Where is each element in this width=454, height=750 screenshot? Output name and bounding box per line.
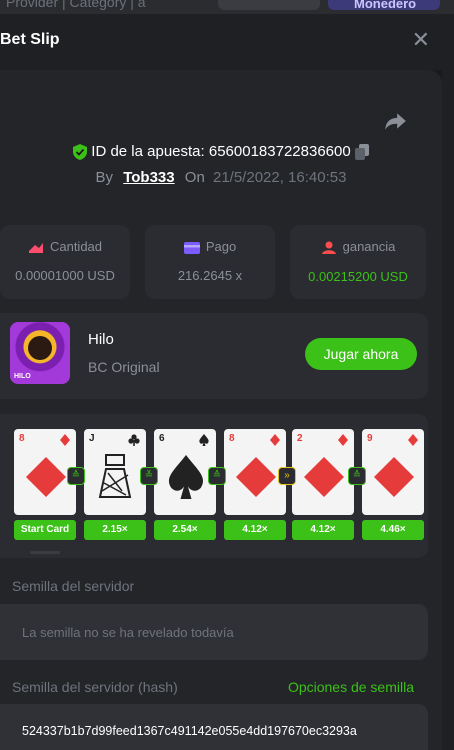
stat-amount: Cantidad 0.00001000 USD: [0, 225, 130, 299]
multiplier-badge: 2.15×: [84, 520, 146, 540]
card-rank: 2: [297, 433, 303, 444]
spade-icon: [199, 434, 209, 446]
bet-date: 21/5/2022, 16:40:53: [212, 169, 347, 186]
spade-icon: [168, 455, 204, 499]
multiplier-badge: Start Card: [14, 520, 76, 540]
card-rank: 8: [229, 433, 235, 444]
stat-value: 216.2645 x: [177, 268, 243, 283]
amount-icon: [28, 242, 43, 253]
stat-label: ganancia: [342, 239, 396, 254]
multiplier-badge: 2.54×: [154, 520, 216, 540]
bet-id-row: ID de la apuesta: 65600183722836600: [0, 143, 442, 161]
diamond-icon: [338, 434, 348, 446]
playing-card: 2: [292, 429, 354, 515]
by-label: By: [95, 169, 114, 186]
play-now-button[interactable]: Jugar ahora: [305, 338, 417, 370]
server-seed-label: Semilla del servidor: [12, 578, 135, 594]
multiplier-badge: 4.46×: [362, 520, 424, 540]
diamond-icon: [236, 457, 276, 497]
copy-icon[interactable]: [354, 144, 369, 161]
on-label: On: [184, 169, 205, 186]
thumb-text: HILO: [14, 373, 31, 380]
shield-icon: [73, 144, 88, 161]
wallet-button: Monedero: [328, 0, 440, 11]
playing-card: 9: [362, 429, 424, 515]
server-hash-label: Semilla del servidor (hash): [12, 679, 178, 695]
game-thumbnail[interactable]: HILO: [10, 322, 70, 384]
playing-card: 6: [154, 429, 216, 515]
server-hash-field[interactable]: 524337b1b7d99feed1367c491142e055e4dd1976…: [0, 704, 428, 750]
bet-byline: By Tob333 On 21/5/2022, 16:40:53: [0, 169, 442, 186]
server-seed-field[interactable]: La semilla no se ha revelado todavía: [0, 604, 428, 660]
card-rank: 8: [19, 433, 25, 444]
diamond-icon: [60, 434, 70, 446]
skip-arrow-icon: »: [278, 467, 296, 485]
playing-card: 8: [224, 429, 286, 515]
game-card: HILO Hilo BC Original Jugar ahora: [0, 313, 428, 399]
club-icon: [128, 434, 140, 446]
game-provider: BC Original: [88, 359, 160, 375]
background-pill: [218, 0, 320, 10]
payout-icon: [183, 241, 200, 254]
modal-header: Bet Slip ✕: [0, 14, 454, 70]
stat-value: 0.00001000 USD: [15, 268, 115, 283]
stat-value: 0.00215200 USD: [308, 268, 408, 284]
card-rank: J: [89, 433, 95, 444]
share-icon[interactable]: [382, 108, 408, 134]
stat-profit: ganancia 0.00215200 USD: [290, 225, 426, 299]
diamond-icon: [26, 457, 66, 497]
higher-arrow-icon: ≙: [348, 467, 366, 485]
diamond-icon: [408, 434, 418, 446]
higher-arrow-icon: ≙: [208, 467, 226, 485]
modal-title: Bet Slip: [0, 31, 60, 48]
scrollbar[interactable]: [442, 70, 454, 750]
card-scroll-thumb[interactable]: [30, 551, 60, 554]
stat-label: Pago: [205, 239, 237, 254]
background-strip: Provider | Category | a Monedero: [0, 0, 454, 14]
higher-arrow-icon: ≙: [67, 467, 85, 485]
lower-arrow-icon: ≚: [140, 467, 158, 485]
card-rank: 6: [159, 433, 165, 444]
playing-card: J: [84, 429, 146, 515]
multiplier-badge: 4.12×: [292, 520, 354, 540]
bet-id-value: 65600183722836600: [208, 143, 351, 160]
background-strip-text: Provider | Category | a: [6, 0, 146, 10]
seed-options-link[interactable]: Opciones de semilla: [288, 679, 414, 695]
multiplier-badge: 4.12×: [224, 520, 286, 540]
bet-id-label: ID de la apuesta:: [91, 143, 205, 160]
profit-icon: [321, 241, 336, 254]
card-rank: 9: [367, 433, 373, 444]
stat-label: Cantidad: [49, 239, 103, 254]
game-name: Hilo: [88, 331, 114, 348]
diamond-icon: [374, 457, 414, 497]
diamond-icon: [270, 434, 280, 446]
user-link[interactable]: Tob333: [123, 169, 174, 186]
stat-payout: Pago 216.2645 x: [145, 225, 275, 299]
diamond-icon: [304, 457, 344, 497]
jack-figure-icon: [98, 454, 132, 498]
close-icon[interactable]: ✕: [412, 27, 430, 53]
